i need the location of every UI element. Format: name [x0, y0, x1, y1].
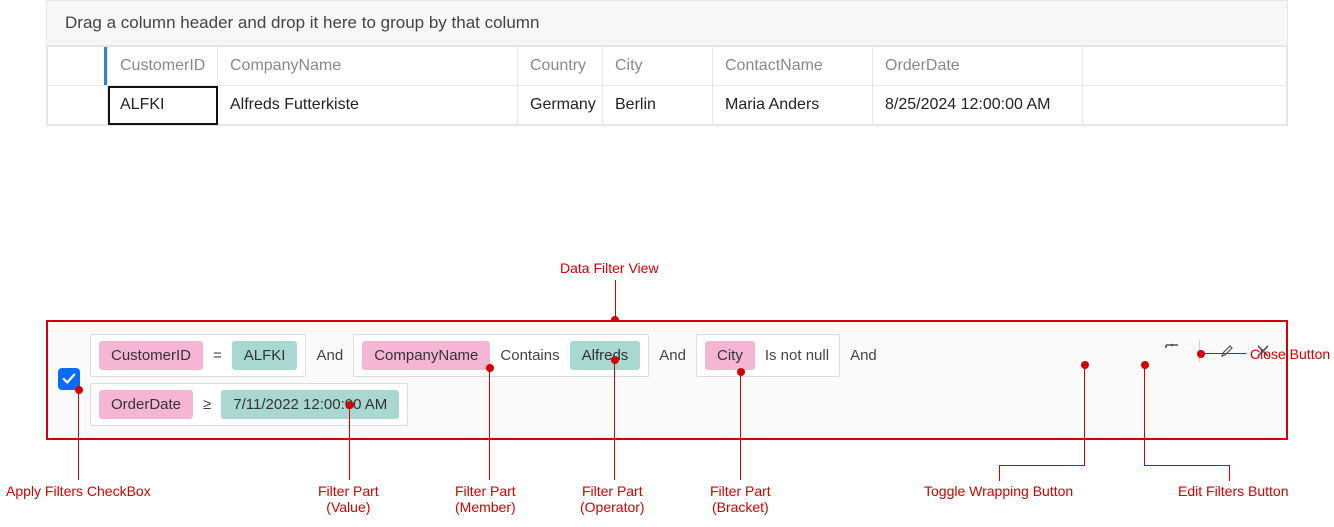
check-icon — [62, 372, 76, 386]
col-header-companyname[interactable]: CompanyName — [218, 47, 518, 86]
filter-member[interactable]: CustomerID — [99, 341, 203, 370]
edit-filters-button[interactable] — [1218, 342, 1236, 360]
cell-orderdate[interactable]: 8/25/2024 12:00:00 AM — [873, 86, 1083, 125]
cell-country[interactable]: Germany — [518, 86, 603, 125]
cell-companyname[interactable]: Alfreds Futterkiste — [218, 86, 518, 125]
filter-logic[interactable]: And — [314, 347, 345, 364]
col-header-customerid[interactable]: CustomerID — [108, 47, 218, 86]
cell-contactname[interactable]: Maria Anders — [713, 86, 873, 125]
table-row[interactable]: ALFKI Alfreds Futterkiste Germany Berlin… — [48, 86, 1287, 125]
annotation-line — [1144, 365, 1145, 465]
annotation-dot — [1197, 350, 1205, 358]
filter-expression: CustomerID = ALFKI And CompanyName Conta… — [90, 330, 1153, 430]
wrap-icon — [1164, 343, 1180, 359]
cell-city[interactable]: Berlin — [603, 86, 713, 125]
filter-member[interactable]: CompanyName — [362, 341, 490, 370]
annotation-line — [1144, 465, 1230, 466]
annotation-line — [489, 368, 490, 480]
annotation-filter-bracket: Filter Part (Bracket) — [710, 483, 771, 515]
filter-logic[interactable]: And — [848, 347, 879, 364]
annotation-dot — [1081, 361, 1089, 369]
annotation-filter-member: Filter Part (Member) — [455, 483, 516, 515]
filter-value[interactable]: 7/11/2022 12:00:00 AM — [221, 390, 399, 419]
header-row: CustomerID CompanyName Country City Cont… — [48, 47, 1287, 86]
col-header-city[interactable]: City — [603, 47, 713, 86]
filter-value[interactable]: ALFKI — [232, 341, 298, 370]
annotation-filter-operator: Filter Part (Operator) — [580, 483, 645, 515]
row-indicator-cell — [48, 86, 108, 125]
toggle-wrapping-button[interactable] — [1163, 342, 1181, 360]
data-filter-view: CustomerID = ALFKI And CompanyName Conta… — [46, 320, 1288, 440]
filter-group[interactable]: OrderDate ≥ 7/11/2022 12:00:00 AM — [90, 383, 408, 426]
cell-spacer — [1083, 86, 1287, 125]
col-header-contactname[interactable]: ContactName — [713, 47, 873, 86]
annotation-apply-checkbox: Apply Filters CheckBox — [6, 483, 151, 499]
group-panel[interactable]: Drag a column header and drop it here to… — [47, 1, 1287, 46]
filter-logic[interactable]: And — [657, 347, 688, 364]
filter-member[interactable]: City — [705, 341, 755, 370]
filter-member[interactable]: OrderDate — [99, 390, 193, 419]
annotation-line — [999, 465, 1000, 481]
annotation-close-button: Close Button — [1250, 346, 1330, 362]
annotation-line — [1000, 465, 1085, 466]
annotation-line — [1229, 465, 1230, 481]
data-grid: Drag a column header and drop it here to… — [46, 0, 1288, 126]
annotation-line — [614, 360, 615, 480]
annotation-dot — [486, 364, 494, 372]
filter-operator[interactable]: ≥ — [201, 396, 213, 413]
pencil-icon — [1219, 343, 1235, 359]
annotation-toggle-wrapping: Toggle Wrapping Button — [924, 483, 1073, 499]
annotation-dot — [75, 386, 83, 394]
annotation-line — [615, 280, 616, 320]
col-header-country[interactable]: Country — [518, 47, 603, 86]
annotation-line — [1084, 365, 1085, 465]
annotation-line — [78, 390, 79, 480]
filter-operator[interactable]: Is not null — [763, 347, 831, 364]
filter-group[interactable]: CustomerID = ALFKI — [90, 334, 306, 377]
filter-operator[interactable]: Contains — [498, 347, 561, 364]
annotation-filter-value: Filter Part (Value) — [318, 483, 379, 515]
annotation-dot — [346, 401, 354, 409]
annotation-dot — [1141, 361, 1149, 369]
row-indicator-header — [48, 47, 108, 86]
filter-value[interactable]: Alfreds — [570, 341, 641, 370]
annotation-line — [1201, 353, 1246, 354]
annotation-line — [740, 372, 741, 480]
filter-group[interactable]: City Is not null — [696, 334, 840, 377]
annotation-dot — [737, 368, 745, 376]
annotation-data-filter-view: Data Filter View — [560, 260, 659, 276]
annotation-line — [349, 405, 350, 480]
filter-operator[interactable]: = — [211, 347, 224, 364]
annotation-edit-filters: Edit Filters Button — [1178, 483, 1289, 499]
cell-customerid[interactable]: ALFKI — [108, 86, 218, 125]
grid-table: CustomerID CompanyName Country City Cont… — [47, 46, 1287, 125]
annotation-dot — [611, 356, 619, 364]
filter-group[interactable]: CompanyName Contains Alfreds — [353, 334, 649, 377]
col-header-orderdate[interactable]: OrderDate — [873, 47, 1083, 86]
col-header-spacer — [1083, 47, 1287, 86]
